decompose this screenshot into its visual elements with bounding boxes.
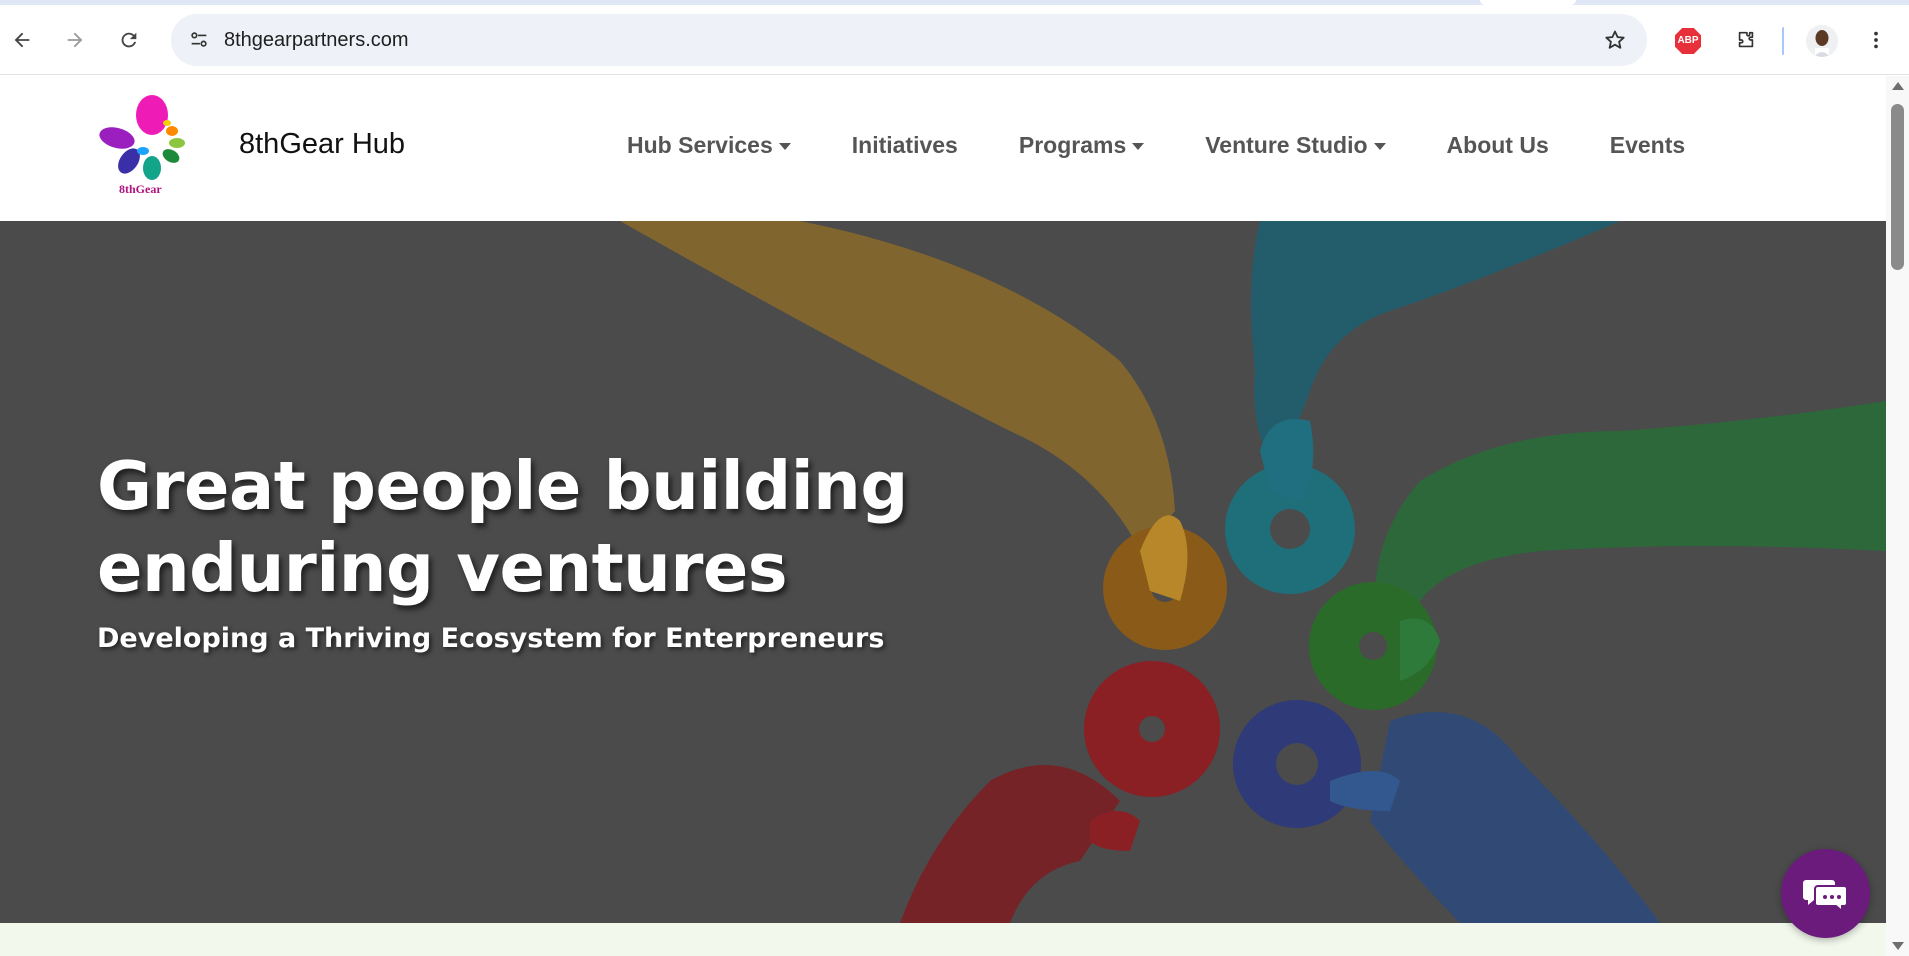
site-brand-name[interactable]: 8thGear Hub [239, 128, 405, 161]
nav-label: Hub Services [627, 132, 773, 158]
hero-banner: Great people building enduring ventures … [0, 221, 1886, 923]
chat-bubbles-icon [1802, 879, 1848, 913]
adblock-label: ABP [1677, 35, 1699, 46]
browser-toolbar: 8thgearpartners.com ABP [0, 5, 1909, 75]
profile-avatar[interactable] [1806, 25, 1838, 57]
site-info-button[interactable] [181, 22, 217, 58]
scroll-thumb[interactable] [1891, 104, 1904, 270]
scroll-up-arrow-icon[interactable] [1892, 82, 1904, 90]
nav-initiatives[interactable]: Initiatives [852, 132, 958, 159]
extensions-button[interactable] [1728, 22, 1764, 58]
page-viewport: 8thGear 8thGear Hub Hub Services Initiat… [0, 76, 1886, 956]
avatar-icon [1806, 25, 1838, 57]
address-bar[interactable]: 8thgearpartners.com [171, 14, 1647, 66]
hero-title: Great people building enduring ventures [97, 447, 908, 607]
bookmark-button[interactable] [1597, 22, 1633, 58]
nav-events[interactable]: Events [1610, 132, 1685, 159]
nav-label: Venture Studio [1205, 132, 1368, 158]
nav-label: Initiatives [851, 132, 958, 158]
browser-menu-button[interactable] [1858, 22, 1894, 58]
kebab-menu-icon [1874, 31, 1878, 49]
nav-about-us[interactable]: About Us [1447, 132, 1549, 159]
hero-subtitle: Developing a Thriving Ecosystem for Ente… [97, 623, 885, 654]
nav-hub-services[interactable]: Hub Services [627, 132, 791, 159]
main-navigation: Hub Services Initiatives Programs Ventur… [627, 132, 1685, 159]
next-section-edge [0, 923, 1886, 956]
nav-programs[interactable]: Programs [1018, 132, 1145, 159]
nav-venture-studio[interactable]: Venture Studio [1205, 132, 1386, 159]
forward-arrow-icon [67, 32, 83, 48]
back-button[interactable] [4, 22, 40, 58]
nav-label: Events [1609, 132, 1686, 158]
caret-down-icon [778, 143, 791, 150]
scroll-down-arrow-icon[interactable] [1892, 942, 1904, 950]
reload-button[interactable] [111, 22, 147, 58]
reload-icon [121, 32, 137, 48]
page-scrollbar[interactable] [1886, 76, 1909, 956]
caret-down-icon [1373, 143, 1386, 150]
live-chat-button[interactable] [1781, 849, 1870, 938]
site-info-icon [191, 32, 207, 47]
forward-button[interactable] [57, 22, 93, 58]
adblock-plus-button[interactable]: ABP [1674, 27, 1702, 55]
nav-label: About Us [1446, 132, 1549, 158]
toolbar-divider [1782, 27, 1784, 55]
url-text[interactable]: 8thgearpartners.com [224, 29, 409, 52]
caret-down-icon [1132, 143, 1145, 150]
site-header: 8thGear 8thGear Hub Hub Services Initiat… [0, 76, 1886, 221]
site-logo[interactable]: 8thGear [97, 93, 193, 201]
back-arrow-icon [14, 32, 30, 48]
star-icon [1605, 30, 1625, 49]
nav-label: Programs [1018, 132, 1127, 158]
logo-wordmark: 8thGear [119, 182, 162, 196]
puzzle-icon [1738, 31, 1754, 48]
